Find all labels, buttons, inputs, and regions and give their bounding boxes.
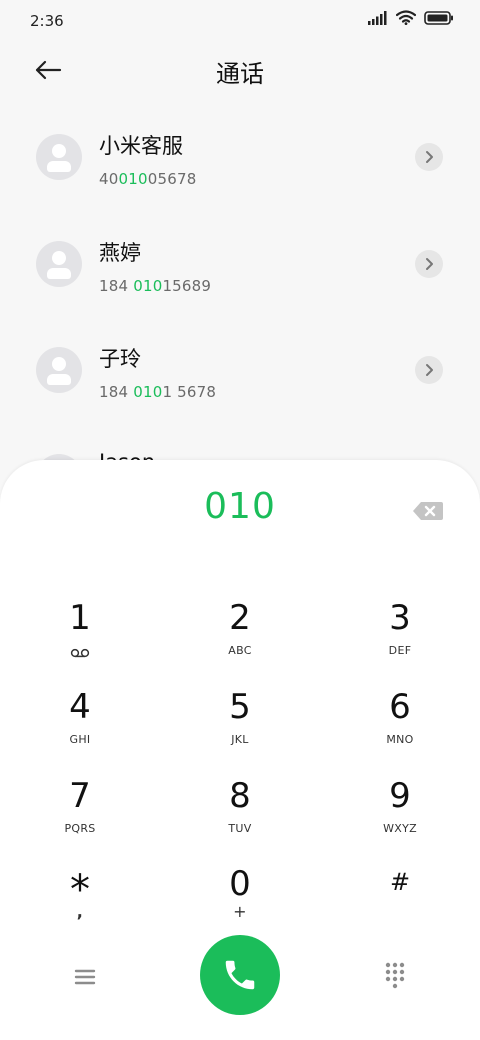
key-hash[interactable]: #: [340, 862, 460, 942]
key-digit: 8: [229, 776, 251, 816]
key-letters: MNO: [386, 733, 414, 746]
page-title: 通话: [216, 60, 264, 88]
menu-button[interactable]: [68, 962, 102, 992]
backspace-button[interactable]: [412, 500, 444, 522]
status-time: 2:36: [30, 12, 64, 30]
header: 通话: [0, 44, 480, 100]
chevron-right-icon: [426, 258, 433, 270]
key-digit: 0: [229, 864, 251, 904]
dialpad-panel: 010 1 2 ABC 3 DEF 4 GHI 5 JKL 6 MNO 7 PQ…: [0, 460, 480, 1040]
key-digit: 5: [229, 687, 251, 727]
key-3[interactable]: 3 DEF: [340, 598, 460, 678]
key-digit: 4: [69, 687, 91, 727]
contact-detail-button[interactable]: [415, 356, 443, 384]
phone-icon: [225, 960, 255, 990]
contact-detail-button[interactable]: [415, 143, 443, 171]
key-letters: DEF: [388, 644, 412, 657]
dialpad-icon: [385, 962, 405, 989]
key-digit: 9: [389, 776, 411, 816]
key-digit: 1: [69, 598, 91, 638]
key-letters: JKL: [231, 733, 249, 746]
call-button[interactable]: [200, 935, 280, 1015]
menu-icon: [74, 969, 96, 985]
avatar: [36, 347, 82, 393]
contact-detail-button[interactable]: [415, 250, 443, 278]
key-1[interactable]: 1: [20, 598, 140, 678]
contact-row[interactable]: 子玲 184 0101 5678: [0, 313, 480, 419]
backspace-icon: [413, 502, 443, 520]
key-letters: GHI: [69, 733, 91, 746]
key-7[interactable]: 7 PQRS: [20, 776, 140, 856]
contact-number: 184 01015689: [99, 277, 211, 295]
battery-icon: [424, 10, 453, 25]
key-letters: PQRS: [64, 822, 96, 835]
key-2[interactable]: 2 ABC: [180, 598, 300, 678]
contact-name: 子玲: [99, 347, 141, 371]
key-digit: 7: [69, 776, 91, 816]
key-digit: 2: [229, 598, 251, 638]
contact-name: 燕婷: [99, 241, 141, 265]
contact-name: 小米客服: [99, 134, 183, 158]
chevron-right-icon: [426, 151, 433, 163]
contact-number: 184 0101 5678: [99, 383, 216, 401]
keypad-toggle-button[interactable]: [380, 960, 410, 990]
wifi-icon: [396, 10, 416, 25]
key-4[interactable]: 4 GHI: [20, 687, 140, 767]
contact-row[interactable]: 燕婷 184 01015689: [0, 207, 480, 313]
avatar: [36, 134, 82, 180]
key-digit: 6: [389, 687, 411, 727]
number-prefix: 40: [99, 170, 119, 188]
dialpad-bottom-bar: [0, 934, 480, 1024]
key-0[interactable]: 0 +: [180, 864, 300, 944]
key-letters: +: [233, 902, 247, 921]
number-match: 010: [118, 170, 148, 188]
voicemail-icon: [20, 648, 140, 658]
number-suffix: 15689: [162, 277, 212, 295]
key-letters: TUV: [228, 822, 252, 835]
key-8[interactable]: 8 TUV: [180, 776, 300, 856]
number-match: 010: [133, 277, 163, 295]
number-prefix: 184: [99, 383, 134, 401]
number-prefix: 184: [99, 277, 134, 295]
status-icons: [368, 10, 454, 25]
key-5[interactable]: 5 JKL: [180, 687, 300, 767]
key-9[interactable]: 9 WXYZ: [340, 776, 460, 856]
contact-list: 小米客服 4001005678 燕婷 184 01015689 子玲 184 0…: [0, 100, 480, 480]
key-digit: #: [389, 868, 411, 896]
status-bar: 2:36: [0, 0, 480, 44]
chevron-right-icon: [426, 364, 433, 376]
dialed-number[interactable]: 010: [0, 486, 480, 527]
key-letters: WXYZ: [383, 822, 417, 835]
avatar: [36, 241, 82, 287]
contact-row[interactable]: 小米客服 4001005678: [0, 100, 480, 206]
signal-icon: [368, 10, 387, 25]
key-letters: ,: [76, 902, 84, 921]
number-suffix: 1 5678: [162, 383, 217, 401]
number-match: 010: [133, 383, 163, 401]
contact-number: 4001005678: [99, 170, 196, 188]
key-6[interactable]: 6 MNO: [340, 687, 460, 767]
key-letters: ABC: [228, 644, 252, 657]
key-digit: 3: [389, 598, 411, 638]
number-suffix: 05678: [147, 170, 197, 188]
